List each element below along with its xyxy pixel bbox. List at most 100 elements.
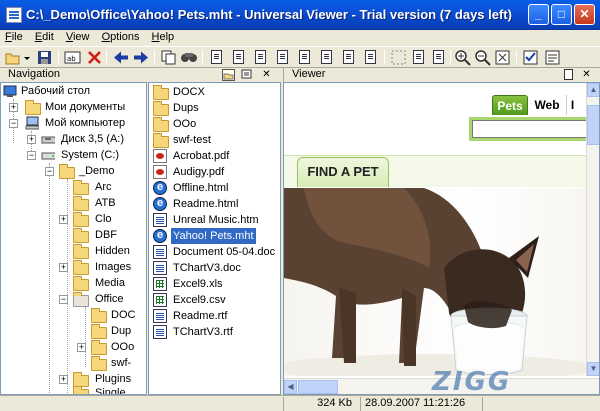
menu-view[interactable]: View <box>61 30 94 43</box>
status-bar: 324 Kb 28.09.2007 11:21:26 <box>0 395 600 411</box>
scroll-thumb[interactable] <box>298 380 338 394</box>
page-icon[interactable] <box>562 69 575 81</box>
toolbar-separator <box>516 50 517 65</box>
folder-icon <box>73 180 89 195</box>
desktop-icon <box>3 85 17 97</box>
expand-icon[interactable]: + <box>59 215 68 224</box>
open-folder-icon[interactable] <box>4 49 22 66</box>
menu-options[interactable]: Options <box>97 30 144 43</box>
navigation-title: Navigation <box>8 68 60 80</box>
menu-help[interactable]: Help <box>147 30 179 43</box>
expand-icon[interactable]: + <box>77 343 86 352</box>
toolbar-separator <box>106 50 107 65</box>
close-viewer-icon[interactable]: ✕ <box>580 69 593 81</box>
expand-icon[interactable]: + <box>59 263 68 272</box>
fit-icon[interactable] <box>494 49 512 66</box>
select-icon[interactable] <box>390 49 408 66</box>
tree-label: Рабочий стол <box>21 85 91 97</box>
zoom-in-icon[interactable] <box>454 49 472 66</box>
page-icon[interactable] <box>430 49 448 66</box>
scroll-left-icon[interactable]: ◀ <box>284 380 297 394</box>
collapse-icon[interactable]: − <box>45 167 54 176</box>
file-name: Readme.html <box>173 198 239 210</box>
file-name: Audigy.pdf <box>173 166 225 178</box>
toolbar-separator <box>58 50 59 65</box>
viewer-pane[interactable]: Pets Web I FIND A PET ▲ ▼ ◀ <box>283 82 600 395</box>
menu-bar: File Edit View Options Help <box>0 30 600 46</box>
navigation-tree[interactable]: Рабочий стол + Мои документы − Мой компь… <box>0 82 147 395</box>
delete-icon[interactable] <box>86 49 104 66</box>
forward-arrow-icon[interactable] <box>132 49 150 66</box>
list-view-icon[interactable] <box>240 69 253 81</box>
file-name: Dups <box>173 102 199 114</box>
folder-icon <box>73 260 89 275</box>
up-folder-icon[interactable] <box>223 70 234 80</box>
floppy-drive-icon <box>41 136 55 144</box>
app-icon[interactable] <box>6 7 22 23</box>
collapse-icon[interactable]: − <box>59 295 68 304</box>
toolbar-separator <box>154 50 155 65</box>
toolbar-separator <box>384 50 385 65</box>
expand-icon[interactable]: + <box>59 375 68 384</box>
page-icon[interactable] <box>208 49 226 66</box>
scroll-thumb[interactable] <box>587 105 599 145</box>
vertical-scrollbar[interactable]: ▲ ▼ <box>586 83 599 376</box>
tree-label: _Demo <box>79 165 115 177</box>
file-name: Offline.html <box>173 182 229 194</box>
page-icon[interactable] <box>252 49 270 66</box>
menu-file[interactable]: File <box>0 30 27 43</box>
text-mode-icon[interactable]: ab <box>64 49 82 66</box>
find-icon[interactable] <box>180 49 198 66</box>
tree-label: Dup <box>111 325 132 337</box>
tab-pets[interactable]: Pets <box>492 95 528 115</box>
file-name: Yahoo! Pets.mht <box>171 228 256 244</box>
minimize-button[interactable]: _ <box>528 4 549 25</box>
tab-more[interactable]: I <box>566 95 578 115</box>
scroll-down-icon[interactable]: ▼ <box>587 362 599 376</box>
viewer-title: Viewer <box>292 68 326 80</box>
menu-edit[interactable]: Edit <box>30 30 58 43</box>
file-name: Readme.rtf <box>173 310 228 322</box>
tab-web[interactable]: Web <box>532 95 562 115</box>
status-empty <box>482 397 600 411</box>
options-icon[interactable] <box>522 49 540 66</box>
tree-label: Мой компьютер <box>45 117 126 129</box>
tree-label: Диск 3,5 (A:) <box>61 133 125 145</box>
properties-icon[interactable] <box>544 49 562 66</box>
search-input[interactable] <box>472 120 587 138</box>
page-icon[interactable] <box>274 49 292 66</box>
cat-drinking-milk-photo <box>284 188 587 376</box>
copy-icon[interactable] <box>160 49 178 66</box>
folder-icon <box>73 244 89 259</box>
tree-label: Images <box>95 261 132 273</box>
page-icon[interactable] <box>230 49 248 66</box>
save-icon[interactable] <box>36 49 54 66</box>
folder-icon <box>73 196 89 211</box>
close-pane-icon[interactable]: ✕ <box>260 69 273 81</box>
find-a-pet-tab[interactable]: FIND A PET <box>297 157 389 187</box>
expand-icon[interactable]: + <box>27 135 36 144</box>
collapse-icon[interactable]: − <box>27 151 36 160</box>
folder-icon <box>91 308 107 323</box>
pdf-icon <box>153 149 167 163</box>
zoom-out-icon[interactable] <box>474 49 492 66</box>
file-list[interactable]: DOCX Dups OOo swf-test Acrobat.pdf Audig… <box>148 82 281 395</box>
svg-text:ab: ab <box>67 55 76 63</box>
tree-label: Arc <box>95 181 112 193</box>
window-title: C:\_Demo\Office\Yahoo! Pets.mht - Univer… <box>26 7 512 22</box>
expand-icon[interactable]: + <box>9 103 18 112</box>
close-button[interactable]: ✕ <box>574 4 595 25</box>
folder-icon <box>153 133 169 148</box>
collapse-icon[interactable]: − <box>9 119 18 128</box>
folder-icon <box>153 101 169 116</box>
back-arrow-icon[interactable] <box>112 49 130 66</box>
page-icon[interactable] <box>318 49 336 66</box>
tree-label: OOo <box>111 341 135 353</box>
page-icon[interactable] <box>362 49 380 66</box>
page-icon[interactable] <box>296 49 314 66</box>
folder-icon <box>91 356 107 371</box>
scroll-up-icon[interactable]: ▲ <box>587 83 599 97</box>
page-icon[interactable] <box>340 49 358 66</box>
maximize-button[interactable]: □ <box>551 4 572 25</box>
page-icon[interactable] <box>410 49 428 66</box>
